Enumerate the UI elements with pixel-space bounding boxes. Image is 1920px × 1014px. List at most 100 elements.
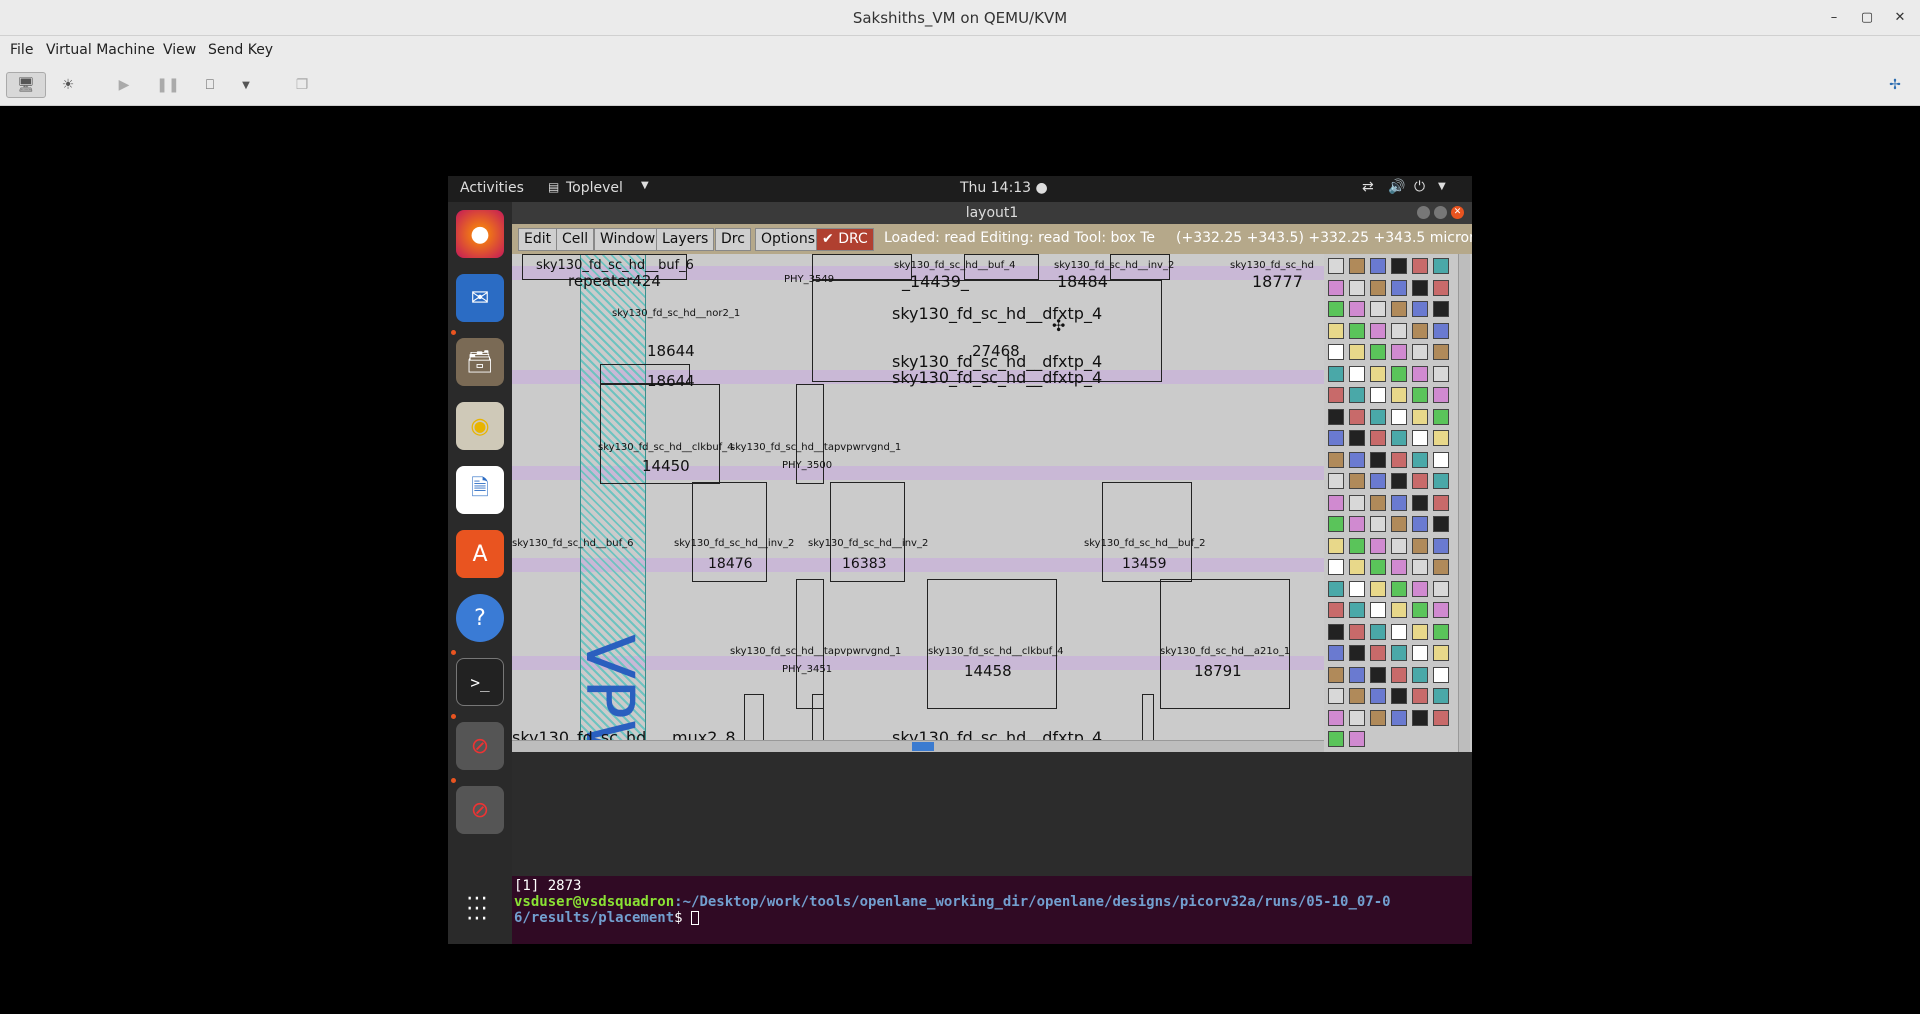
layout-canvas[interactable]: VPWR sky130_fd_sc_hd__buf_6 repeater424 …: [512, 254, 1324, 752]
layer-swatch[interactable]: [1349, 559, 1365, 575]
layer-swatch[interactable]: [1433, 365, 1449, 382]
layer-swatch[interactable]: [1412, 580, 1428, 597]
layer-swatch[interactable]: [1349, 688, 1365, 704]
activities-button[interactable]: Activities: [460, 180, 524, 196]
layer-swatch[interactable]: [1328, 494, 1344, 511]
layer-swatch[interactable]: [1391, 516, 1407, 532]
layer-swatch[interactable]: [1391, 451, 1407, 468]
snapshot-icon[interactable]: ❐: [290, 72, 314, 98]
layer-swatch[interactable]: [1328, 516, 1344, 532]
layer-swatch[interactable]: [1433, 645, 1449, 661]
layer-swatch[interactable]: [1391, 537, 1407, 554]
accessibility-icon[interactable]: ⇄: [1362, 179, 1374, 195]
firefox-icon[interactable]: ●: [456, 210, 504, 258]
chevron-down-icon[interactable]: ▼: [238, 72, 254, 98]
layer-swatch[interactable]: [1328, 430, 1344, 446]
pause-icon[interactable]: ❚❚: [156, 72, 180, 98]
layer-swatch[interactable]: [1349, 473, 1365, 489]
layer-swatch[interactable]: [1433, 516, 1449, 532]
layer-swatch[interactable]: [1412, 666, 1428, 683]
layer-swatch[interactable]: [1370, 709, 1386, 726]
layer-swatch[interactable]: [1433, 473, 1449, 489]
layer-swatch[interactable]: [1328, 645, 1344, 661]
maximize-icon[interactable]: [1434, 206, 1447, 219]
layer-swatch[interactable]: [1328, 602, 1344, 618]
layer-swatch[interactable]: [1412, 279, 1428, 296]
layer-swatch[interactable]: [1391, 623, 1407, 640]
menu-options[interactable]: Options: [755, 228, 822, 251]
layer-swatch[interactable]: [1349, 580, 1365, 597]
layer-swatch[interactable]: [1370, 301, 1386, 317]
layer-swatch[interactable]: [1433, 344, 1449, 360]
layer-swatch[interactable]: [1433, 258, 1449, 274]
layer-swatch[interactable]: [1328, 688, 1344, 704]
layer-swatch[interactable]: [1433, 688, 1449, 704]
layer-swatch[interactable]: [1391, 430, 1407, 446]
minimize-icon[interactable]: [1417, 206, 1430, 219]
layer-swatch[interactable]: [1349, 645, 1365, 661]
rhythmbox-icon[interactable]: ◉: [456, 402, 504, 450]
layer-swatch[interactable]: [1433, 623, 1449, 640]
layer-swatch[interactable]: [1328, 365, 1344, 382]
layer-swatch[interactable]: [1370, 559, 1386, 575]
layer-swatch[interactable]: [1412, 473, 1428, 489]
layer-swatch[interactable]: [1433, 387, 1449, 403]
drc-toggle[interactable]: ✔ DRC: [816, 228, 874, 251]
layer-swatch[interactable]: [1412, 559, 1428, 575]
software-icon[interactable]: A: [456, 530, 504, 578]
layer-swatch[interactable]: [1412, 258, 1428, 274]
layer-swatch[interactable]: [1349, 451, 1365, 468]
layer-swatch[interactable]: [1433, 709, 1449, 726]
terminal-window[interactable]: [1] 2873 vsduser@vsdsquadron:~/Desktop/w…: [512, 876, 1472, 944]
layer-swatch[interactable]: [1328, 473, 1344, 489]
menu-file[interactable]: File: [10, 42, 33, 58]
layer-swatch[interactable]: [1412, 430, 1428, 446]
layer-swatch[interactable]: [1391, 559, 1407, 575]
layer-swatch[interactable]: [1370, 279, 1386, 296]
layer-swatch[interactable]: [1349, 365, 1365, 382]
layer-swatch[interactable]: [1370, 430, 1386, 446]
layer-swatch[interactable]: [1391, 387, 1407, 403]
layer-swatch[interactable]: [1370, 537, 1386, 554]
layer-swatch[interactable]: [1349, 408, 1365, 425]
menu-view[interactable]: View: [163, 42, 196, 58]
layer-swatch[interactable]: [1328, 559, 1344, 575]
layer-swatch[interactable]: [1433, 559, 1449, 575]
layer-swatch[interactable]: [1370, 451, 1386, 468]
menu-layers[interactable]: Layers: [656, 228, 715, 251]
details-bulb-icon[interactable]: ☀: [56, 72, 80, 98]
writer-icon[interactable]: 🗎: [456, 466, 504, 514]
terminal-icon[interactable]: >_: [456, 658, 504, 706]
layer-swatch[interactable]: [1370, 623, 1386, 640]
layer-swatch[interactable]: [1412, 408, 1428, 425]
layer-swatch[interactable]: [1412, 494, 1428, 511]
layer-swatch[interactable]: [1433, 301, 1449, 317]
layer-swatch[interactable]: [1391, 602, 1407, 618]
layer-swatch[interactable]: [1328, 344, 1344, 360]
menu-edit[interactable]: Edit: [518, 228, 558, 251]
layer-swatch[interactable]: [1391, 322, 1407, 339]
layer-swatch[interactable]: [1349, 494, 1365, 511]
layer-swatch[interactable]: [1433, 279, 1449, 296]
layer-swatch[interactable]: [1349, 279, 1365, 296]
layer-swatch[interactable]: [1349, 322, 1365, 339]
layer-swatch[interactable]: [1412, 688, 1428, 704]
layer-swatch[interactable]: [1349, 602, 1365, 618]
layer-swatch[interactable]: [1370, 602, 1386, 618]
layer-swatch[interactable]: [1433, 430, 1449, 446]
power-icon[interactable]: ⏻: [1414, 179, 1425, 195]
layer-swatch[interactable]: [1328, 301, 1344, 317]
run-icon[interactable]: ▶: [112, 72, 136, 98]
close-icon[interactable]: ✕: [1451, 206, 1464, 219]
no-entry-icon[interactable]: ⊘: [456, 786, 504, 834]
shutdown-icon[interactable]: ⎕: [198, 72, 222, 98]
chevron-down-icon[interactable]: ▼: [1438, 181, 1446, 192]
layer-swatch[interactable]: [1370, 494, 1386, 511]
layer-swatch[interactable]: [1328, 408, 1344, 425]
layer-swatch[interactable]: [1433, 580, 1449, 597]
layer-swatch[interactable]: [1412, 623, 1428, 640]
layer-swatch[interactable]: [1328, 709, 1344, 726]
layer-swatch[interactable]: [1370, 580, 1386, 597]
horizontal-scrollbar[interactable]: [512, 740, 1324, 752]
layer-swatch[interactable]: [1433, 666, 1449, 683]
